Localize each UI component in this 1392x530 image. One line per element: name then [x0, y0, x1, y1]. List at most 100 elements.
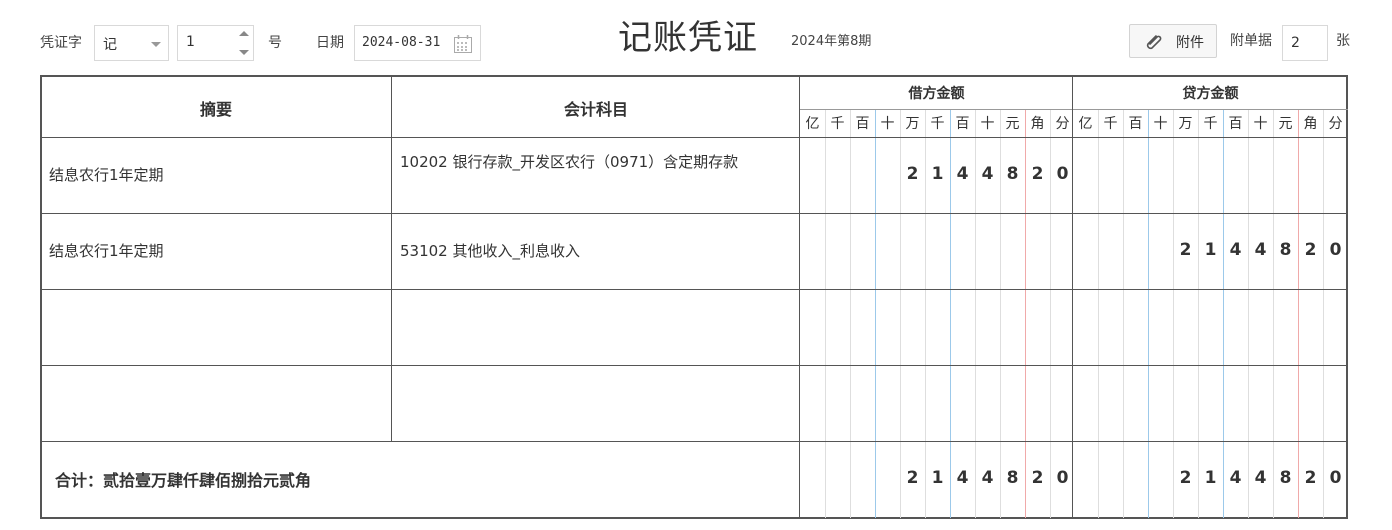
voucher-table: [40, 75, 1348, 519]
total-debit-digit[interactable]: 2: [900, 468, 925, 488]
debit-unit-label: 角: [1030, 116, 1045, 132]
voucher-number-stepper[interactable]: 1: [177, 25, 254, 61]
voucher-word-label: 凭证字: [40, 35, 82, 51]
date-label: 日期: [316, 35, 344, 51]
debit-unit-label: 十: [980, 116, 995, 132]
row1-summary[interactable]: 结息农行1年定期: [49, 163, 164, 187]
debit-unit-label: 千: [930, 116, 945, 132]
credit-amount-digit[interactable]: 4: [1223, 240, 1248, 260]
debit-amount-digit[interactable]: 2: [900, 164, 925, 184]
credit-amount-digit[interactable]: 8: [1273, 240, 1298, 260]
debit-unit-label: 元: [1005, 116, 1020, 132]
amount-gridline: [1098, 109, 1099, 518]
chevron-down-icon[interactable]: [151, 42, 161, 47]
amount-gridline: [825, 109, 826, 518]
credit-unit-label: 十: [1153, 116, 1168, 132]
credit-amount-digit[interactable]: 2: [1298, 240, 1323, 260]
credit-amount-digit[interactable]: 0: [1323, 240, 1348, 260]
debit-amount-digit[interactable]: 1: [925, 164, 950, 184]
debit-unit-label: 十: [880, 116, 895, 132]
attachment-doc-label: 附单据: [1230, 33, 1272, 49]
summary-column-header: 摘要: [199, 100, 232, 119]
credit-amount-digit[interactable]: 4: [1248, 240, 1273, 260]
debit-unit-label: 万: [905, 116, 920, 132]
paperclip-icon: [1143, 32, 1165, 56]
row-divider: [40, 365, 1348, 366]
credit-unit-label: 分: [1328, 116, 1343, 132]
credit-amount-digit[interactable]: 2: [1173, 240, 1198, 260]
calendar-icon[interactable]: [453, 34, 473, 58]
column-divider: [799, 77, 800, 518]
number-suffix-label: 号: [268, 35, 282, 51]
amount-gridline: [1223, 109, 1224, 518]
debit-unit-label: 千: [830, 116, 845, 132]
credit-unit-label: 千: [1103, 116, 1118, 132]
increment-arrow-icon[interactable]: [239, 31, 249, 36]
account-column-header: 会计科目: [563, 100, 628, 119]
total-credit-digit[interactable]: 1: [1198, 468, 1223, 488]
period-label: 2024年第8期: [791, 34, 872, 49]
unit-row-divider: [800, 109, 1348, 110]
amount-gridline: [1273, 109, 1274, 518]
date-value: 2024-08-31: [362, 35, 441, 50]
column-divider: [391, 77, 392, 441]
total-credit-digit[interactable]: 2: [1173, 468, 1198, 488]
row2-account[interactable]: 53102 其他收入_利息收入: [400, 239, 780, 263]
row-divider: [40, 289, 1348, 290]
row1-account[interactable]: 10202 银行存款_开发区农行（0971）含定期存款: [400, 150, 780, 174]
decrement-arrow-icon[interactable]: [239, 50, 249, 55]
total-amount-in-words: 合计：贰拾壹万肆仟肆佰捌拾元贰角: [55, 471, 312, 490]
credit-unit-label: 亿: [1078, 116, 1093, 132]
credit-amount-digit[interactable]: 1: [1198, 240, 1223, 260]
credit-unit-label: 千: [1203, 116, 1218, 132]
total-debit-digit[interactable]: 0: [1050, 468, 1075, 488]
total-debit-digit[interactable]: 8: [1000, 468, 1025, 488]
debit-amount-digit[interactable]: 4: [950, 164, 975, 184]
attachment-unit-label: 张: [1336, 33, 1350, 49]
date-field[interactable]: 2024-08-31: [354, 25, 481, 61]
credit-unit-label: 角: [1303, 116, 1318, 132]
amount-gridline: [1198, 109, 1199, 518]
total-credit-digit[interactable]: 8: [1273, 468, 1298, 488]
credit-column-header: 贷方金额: [1182, 86, 1239, 102]
total-debit-digit[interactable]: 2: [1025, 468, 1050, 488]
debit-amount-digit[interactable]: 0: [1050, 164, 1075, 184]
debit-column-header: 借方金额: [908, 86, 965, 102]
total-credit-digit[interactable]: 4: [1248, 468, 1273, 488]
debit-amount-digit[interactable]: 4: [975, 164, 1000, 184]
total-credit-digit[interactable]: 0: [1323, 468, 1348, 488]
row-divider: [40, 213, 1348, 214]
column-divider: [1072, 77, 1073, 518]
voucher-word-value: 记: [103, 37, 117, 53]
debit-unit-label: 分: [1055, 116, 1070, 132]
total-credit-digit[interactable]: 2: [1298, 468, 1323, 488]
amount-gridline: [850, 109, 851, 518]
debit-amount-digit[interactable]: 8: [1000, 164, 1025, 184]
row-divider: [40, 137, 1348, 138]
credit-unit-label: 万: [1178, 116, 1193, 132]
credit-unit-label: 十: [1253, 116, 1268, 132]
amount-gridline: [1173, 109, 1174, 518]
amount-gridline: [1148, 109, 1149, 518]
amount-gridline: [1123, 109, 1124, 518]
credit-unit-label: 百: [1228, 116, 1243, 132]
attachment-button[interactable]: 附件: [1129, 24, 1217, 58]
total-debit-digit[interactable]: 1: [925, 468, 950, 488]
voucher-word-select[interactable]: 记: [94, 25, 169, 61]
amount-gridline: [875, 109, 876, 518]
debit-unit-label: 亿: [805, 116, 820, 132]
total-credit-digit[interactable]: 4: [1223, 468, 1248, 488]
credit-unit-label: 百: [1128, 116, 1143, 132]
total-debit-digit[interactable]: 4: [975, 468, 1000, 488]
amount-gridline: [1248, 109, 1249, 518]
debit-amount-digit[interactable]: 2: [1025, 164, 1050, 184]
attachment-count-value: 2: [1291, 35, 1300, 51]
page-title: 记账凭证: [618, 18, 758, 58]
amount-gridline: [1298, 109, 1299, 518]
total-debit-digit[interactable]: 4: [950, 468, 975, 488]
debit-unit-label: 百: [855, 116, 870, 132]
amount-gridline: [1323, 109, 1324, 518]
voucher-number-value: 1: [186, 34, 195, 50]
row2-summary[interactable]: 结息农行1年定期: [49, 239, 164, 263]
attachment-count-field[interactable]: 2: [1282, 25, 1328, 61]
